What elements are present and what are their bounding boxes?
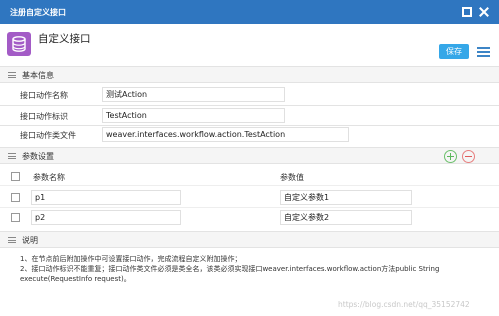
remove-row-icon[interactable] (462, 150, 475, 163)
section-label: 说明 (22, 236, 38, 245)
field-label-action-class: 接口动作类文件 (20, 131, 76, 140)
column-header-param-value: 参数值 (280, 173, 304, 182)
section-basic-info[interactable]: 基本信息 (0, 66, 499, 83)
section-label: 基本信息 (22, 71, 54, 80)
database-icon (7, 32, 31, 56)
page-title: 自定义接口 (38, 33, 91, 45)
select-all-checkbox[interactable] (11, 172, 20, 181)
section-toggle-icon (8, 72, 16, 78)
action-id-field[interactable]: TestAction (102, 108, 285, 123)
window-titlebar: 注册自定义接口 (0, 0, 499, 24)
save-button[interactable]: 保存 (439, 44, 469, 59)
section-params[interactable]: 参数设置 (0, 147, 499, 164)
param-name-input[interactable]: p2 (31, 210, 181, 225)
param-value-input[interactable]: 自定义参数1 (280, 190, 412, 205)
section-label: 参数设置 (22, 152, 54, 161)
param-name-input[interactable]: p1 (31, 190, 181, 205)
row-checkbox[interactable] (11, 213, 20, 222)
page-header: 自定义接口 保存 (0, 24, 499, 62)
row-checkbox[interactable] (11, 193, 20, 202)
close-icon[interactable] (479, 7, 489, 17)
list-menu-icon[interactable] (477, 47, 490, 57)
field-label-action-name: 接口动作名称 (20, 91, 68, 100)
description-line-2: 2、接口动作标识不能重复；接口动作类文件必须是类全名，该类必须实现接口weave… (20, 265, 440, 283)
param-value-input[interactable]: 自定义参数2 (280, 210, 412, 225)
window-title: 注册自定义接口 (10, 8, 66, 17)
action-name-field[interactable]: 测试Action (102, 87, 285, 102)
add-row-icon[interactable] (444, 150, 457, 163)
section-toggle-icon (8, 237, 16, 243)
watermark: https://blog.csdn.net/qq_35152742 (338, 300, 470, 309)
section-description[interactable]: 说明 (0, 231, 499, 248)
action-class-field[interactable]: weaver.interfaces.workflow.action.TestAc… (102, 127, 349, 142)
field-label-action-id: 接口动作标识 (20, 112, 68, 121)
section-toggle-icon (8, 153, 16, 159)
maximize-icon[interactable] (462, 7, 472, 17)
column-header-param-name: 参数名称 (33, 173, 65, 182)
description-line-1: 1、在节点前后附加操作中可设置接口动作，完成流程自定义附加操作； (20, 255, 242, 263)
